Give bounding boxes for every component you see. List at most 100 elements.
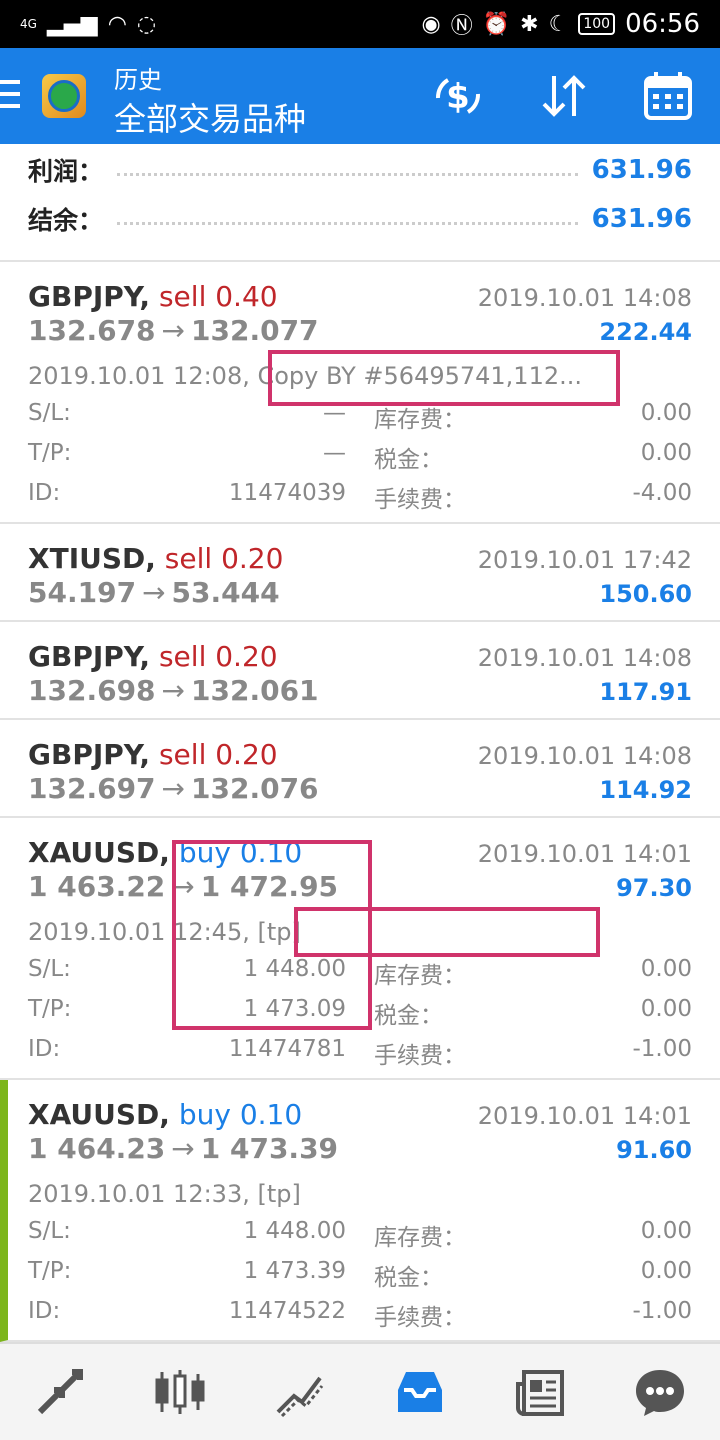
close-price: 132.077 <box>191 314 319 347</box>
detail-row: T/P: 1 473.09 税金： 0.00 <box>28 996 692 1029</box>
page-title[interactable]: 全部交易品种 <box>114 94 306 140</box>
profit-row: 利润： 631.96 <box>28 150 692 190</box>
arrow-icon: → <box>161 674 185 707</box>
network-label: 4G <box>20 17 37 31</box>
trade-close-time: 2019.10.01 14:08 <box>477 644 692 672</box>
close-price: 53.444 <box>171 576 280 609</box>
trade-symbol: GBPJPY, <box>28 640 151 673</box>
trade-item[interactable]: XTIUSD, sell 0.20 2019.10.01 17:42 54.19… <box>0 524 720 622</box>
fee-value: -1.00 <box>632 1298 692 1324</box>
chat-icon[interactable] <box>620 1352 700 1432</box>
swap-label: 库存费： <box>374 963 466 989</box>
trade-prices: 1 464.23 → 1 473.39 <box>28 1132 338 1165</box>
signal-icon: ▂▄▆ <box>46 11 98 37</box>
close-price: 1 472.95 <box>200 870 339 903</box>
trade-header: XAUUSD, buy 0.10 <box>28 1098 302 1131</box>
battery-icon: 100 <box>578 13 616 35</box>
trade-profit: 114.92 <box>599 776 692 804</box>
trade-header: XTIUSD, sell 0.20 <box>28 542 283 575</box>
status-left: 4G ▂▄▆ ◠ ◌ <box>20 12 156 37</box>
trade-close-time: 2019.10.01 14:01 <box>477 1102 692 1130</box>
dotted-leader <box>117 164 578 176</box>
fee-label: 手续费： <box>374 1305 466 1331</box>
trade-profit: 91.60 <box>616 1136 692 1164</box>
close-price: 1 473.39 <box>200 1132 339 1165</box>
id-label: ID: <box>28 1298 61 1324</box>
quotes-icon[interactable] <box>20 1352 100 1432</box>
trade-item[interactable]: GBPJPY, sell 0.20 2019.10.01 14:08 132.6… <box>0 622 720 720</box>
trade-symbol: GBPJPY, <box>28 738 151 771</box>
arrow-icon: → <box>171 870 195 903</box>
detail-row: S/L: 1 448.00 库存费： 0.00 <box>28 1218 692 1251</box>
tp-value: 1 473.39 <box>243 1258 346 1284</box>
swap-value: 0.00 <box>640 400 692 426</box>
trade-side: sell 0.20 <box>164 542 284 575</box>
trade-profit: 222.44 <box>599 318 692 346</box>
close-price: 132.076 <box>191 772 319 805</box>
tax-value: 0.00 <box>640 1258 692 1284</box>
trade-symbol: GBPJPY, <box>28 280 151 313</box>
sl-label: S/L: <box>28 956 71 982</box>
open-price: 54.197 <box>28 576 137 609</box>
wifi-icon: ◠ <box>107 11 127 37</box>
detail-row: S/L: — 库存费： 0.00 <box>28 400 692 433</box>
bottom-nav <box>0 1342 720 1440</box>
tp-label: T/P: <box>28 440 72 466</box>
trade-item-selected[interactable]: XAUUSD, buy 0.10 2019.10.01 14:01 1 464.… <box>0 1080 720 1342</box>
history-icon[interactable] <box>380 1352 460 1432</box>
arrow-icon: → <box>161 314 185 347</box>
trade-icon[interactable] <box>260 1352 340 1432</box>
alarm-icon: ⏰ <box>482 11 511 37</box>
trade-header: GBPJPY, sell 0.20 <box>28 738 278 771</box>
detail-row: T/P: 1 473.39 税金： 0.00 <box>28 1258 692 1291</box>
app-logo <box>42 74 86 118</box>
swap-value: 0.00 <box>640 1218 692 1244</box>
trade-symbol: XTIUSD, <box>28 542 156 575</box>
fee-label: 手续费： <box>374 487 466 513</box>
bluetooth-icon: ✱ <box>520 11 539 37</box>
tp-value: — <box>323 440 346 466</box>
sl-value: 1 448.00 <box>243 1218 346 1244</box>
detail-row: T/P: — 税金： 0.00 <box>28 440 692 473</box>
currency-exchange-icon[interactable]: $ <box>428 68 488 124</box>
trade-prices: 132.698 → 132.061 <box>28 674 319 707</box>
status-right: ◉ Ⓝ ⏰ ✱ ☾ 100 06:56 <box>422 8 700 40</box>
id-value: 11474781 <box>228 1036 346 1062</box>
tax-label: 税金： <box>374 1265 443 1291</box>
trade-side: buy 0.10 <box>178 836 303 869</box>
menu-icon[interactable] <box>0 78 20 112</box>
swap-label: 库存费： <box>374 407 466 433</box>
detail-row: S/L: 1 448.00 库存费： 0.00 <box>28 956 692 989</box>
sort-icon[interactable] <box>534 68 594 124</box>
trade-item[interactable]: GBPJPY, sell 0.20 2019.10.01 14:08 132.6… <box>0 720 720 818</box>
moon-icon: ☾ <box>548 11 569 37</box>
calendar-icon[interactable] <box>638 68 698 124</box>
eye-icon: ◉ <box>421 11 441 37</box>
chart-icon[interactable] <box>140 1352 220 1432</box>
fee-label: 手续费： <box>374 1043 466 1069</box>
sl-value: 1 448.00 <box>243 956 346 982</box>
fee-value: -4.00 <box>632 480 692 506</box>
balance-label: 结余： <box>28 206 104 235</box>
sl-value: — <box>323 400 346 426</box>
trade-side: sell 0.20 <box>158 738 278 771</box>
swap-value: 0.00 <box>640 956 692 982</box>
news-icon[interactable] <box>500 1352 580 1432</box>
trade-item[interactable]: GBPJPY, sell 0.40 2019.10.01 14:08 132.6… <box>0 262 720 524</box>
trade-close-time: 2019.10.01 17:42 <box>477 546 692 574</box>
trade-comment: 2019.10.01 12:45, [tp] <box>28 918 301 946</box>
tax-label: 税金： <box>374 1003 443 1029</box>
balance-value: 631.96 <box>591 204 692 234</box>
open-price: 132.678 <box>28 314 156 347</box>
open-price: 132.697 <box>28 772 156 805</box>
open-price: 1 463.22 <box>28 870 166 903</box>
open-price: 1 464.23 <box>28 1132 166 1165</box>
tp-value: 1 473.09 <box>243 996 346 1022</box>
svg-text:$: $ <box>446 77 470 117</box>
nfc-icon: Ⓝ <box>450 14 473 39</box>
trade-item[interactable]: XAUUSD, buy 0.10 2019.10.01 14:01 1 463.… <box>0 818 720 1080</box>
trade-side: buy 0.10 <box>178 1098 303 1131</box>
id-value: 11474039 <box>228 480 346 506</box>
trade-side: sell 0.40 <box>158 280 278 313</box>
dotted-leader <box>117 213 578 225</box>
